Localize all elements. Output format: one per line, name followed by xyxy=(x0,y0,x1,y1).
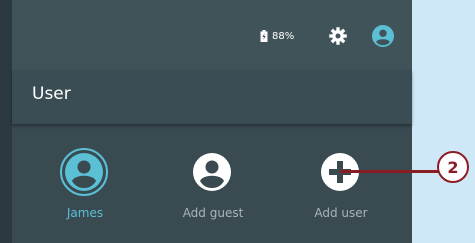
gear-icon[interactable] xyxy=(328,26,348,46)
background-scrim xyxy=(0,0,12,243)
guest-avatar-icon xyxy=(193,153,231,191)
avatar xyxy=(188,148,236,196)
page-title: User xyxy=(32,84,71,104)
battery-indicator: 88% xyxy=(260,30,294,42)
callout-line xyxy=(340,170,445,173)
add-guest-tile[interactable]: Add guest xyxy=(148,148,278,238)
user-label: James xyxy=(66,206,104,220)
add-user-label: Add user xyxy=(314,206,368,220)
user-james-tile[interactable]: James xyxy=(20,148,150,238)
title-bar: User xyxy=(12,70,412,124)
callout-badge: 2 xyxy=(437,151,469,183)
status-bar: 88% xyxy=(12,0,412,70)
battery-icon xyxy=(260,30,268,42)
battery-percent: 88% xyxy=(272,30,295,42)
account-icon[interactable] xyxy=(372,25,394,47)
add-guest-label: Add guest xyxy=(182,206,244,220)
add-user-tile[interactable]: Add user xyxy=(276,148,406,238)
avatar xyxy=(60,148,108,196)
user-avatar-icon xyxy=(60,148,108,196)
